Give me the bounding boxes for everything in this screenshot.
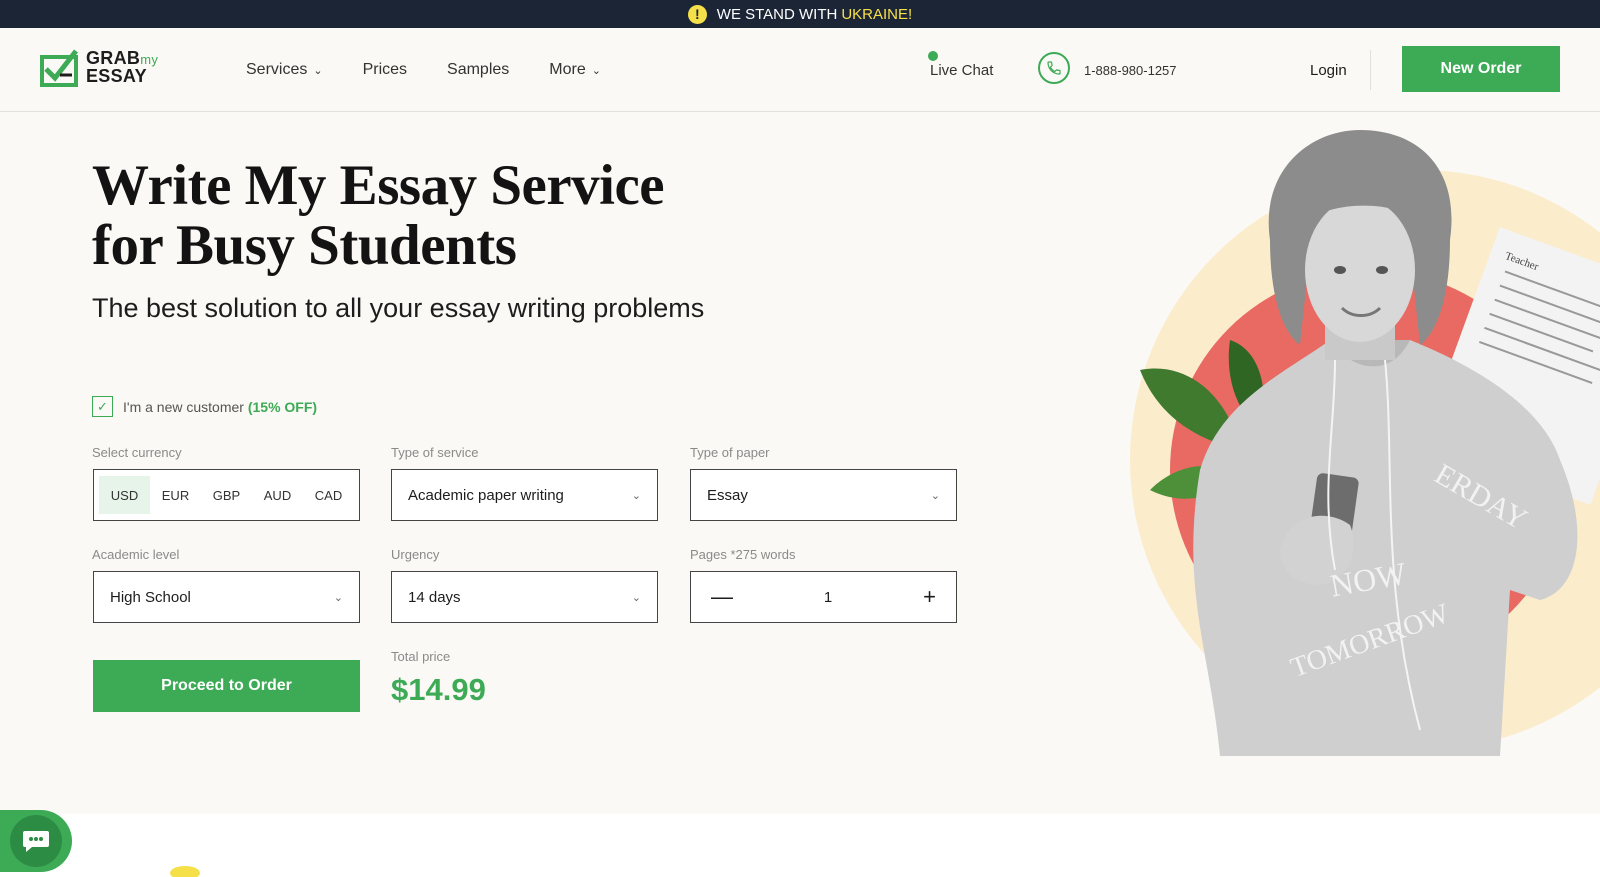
- currency-gbp[interactable]: GBP: [201, 476, 252, 514]
- urgency-label: Urgency: [391, 547, 440, 562]
- urgency-value: 14 days: [408, 588, 461, 606]
- banner-highlight: UKRAINE!: [841, 5, 913, 23]
- nav-services-label: Services: [246, 61, 308, 78]
- new-customer-checkbox[interactable]: ✓: [92, 396, 113, 417]
- logo-icon: [40, 49, 78, 87]
- new-order-button[interactable]: New Order: [1402, 46, 1560, 92]
- total-price-label: Total price: [391, 649, 451, 664]
- page-subtitle: The best solution to all your essay writ…: [92, 293, 705, 323]
- currency-label: Select currency: [92, 445, 182, 460]
- main-nav: Services ⌄ Prices Samples More ⌄: [246, 28, 601, 112]
- level-select[interactable]: High School ⌄: [93, 571, 360, 623]
- nav-more[interactable]: More ⌄: [549, 61, 601, 79]
- service-value: Academic paper writing: [408, 486, 564, 504]
- new-customer-option[interactable]: ✓ I'm a new customer (15% OFF): [92, 396, 317, 417]
- phone-icon[interactable]: [1038, 52, 1070, 84]
- service-select[interactable]: Academic paper writing ⌄: [391, 469, 658, 521]
- currency-eur[interactable]: EUR: [150, 476, 201, 514]
- pages-value[interactable]: 1: [824, 589, 832, 606]
- decorative-blob: [170, 866, 200, 877]
- logo-text: GRABmy ESSAY: [86, 47, 159, 86]
- level-label: Academic level: [92, 547, 180, 562]
- chevron-down-icon: ⌄: [930, 489, 940, 502]
- minus-icon[interactable]: —: [711, 584, 733, 610]
- alert-icon: !: [687, 4, 707, 24]
- chevron-down-icon: ⌄: [631, 489, 641, 502]
- new-customer-label: I'm a new customer (15% OFF): [123, 398, 318, 415]
- paper-label: Type of paper: [690, 445, 770, 460]
- nav-services[interactable]: Services ⌄: [246, 61, 323, 79]
- phone-number[interactable]: 1-888-980-1257: [1084, 28, 1177, 112]
- paper-value: Essay: [707, 486, 748, 504]
- total-price-value: $14.99: [391, 672, 486, 707]
- currency-aud[interactable]: AUD: [252, 476, 303, 514]
- service-label: Type of service: [391, 445, 479, 460]
- level-value: High School: [110, 588, 191, 606]
- chevron-down-icon: ⌄: [631, 591, 641, 604]
- currency-cad[interactable]: CAD: [303, 476, 354, 514]
- live-chat-label: Live Chat: [930, 61, 994, 79]
- login-link[interactable]: Login: [1310, 28, 1347, 112]
- ukraine-banner: ! WE STAND WITH UKRAINE!: [0, 0, 1600, 28]
- hero-student-image: Teacher ERDAY NOW TOMORROW: [1130, 130, 1600, 756]
- header-divider: [1370, 50, 1371, 90]
- paper-select[interactable]: Essay ⌄: [690, 469, 957, 521]
- chevron-down-icon: ⌄: [313, 64, 323, 77]
- chevron-down-icon: ⌄: [333, 591, 343, 604]
- proceed-to-order-button[interactable]: Proceed to Order: [93, 660, 360, 712]
- nav-samples-label: Samples: [447, 61, 510, 78]
- urgency-select[interactable]: 14 days ⌄: [391, 571, 658, 623]
- chevron-down-icon: ⌄: [591, 64, 601, 77]
- online-dot-icon: [928, 51, 938, 61]
- plus-icon[interactable]: +: [923, 584, 936, 610]
- pages-stepper: — 1 +: [690, 571, 957, 623]
- nav-samples[interactable]: Samples: [447, 61, 509, 79]
- currency-usd[interactable]: USD: [99, 476, 150, 514]
- nav-prices[interactable]: Prices: [363, 61, 407, 79]
- pages-label: Pages *275 words: [690, 547, 796, 562]
- site-header: GRABmy ESSAY Services ⌄ Prices Samples M…: [0, 28, 1600, 112]
- chat-widget-button[interactable]: [0, 810, 72, 872]
- nav-more-label: More: [549, 61, 586, 78]
- currency-selector: USD EUR GBP AUD CAD: [93, 469, 360, 521]
- page-title: Write My Essay Service for Busy Students: [92, 154, 665, 277]
- chat-icon: [10, 815, 62, 867]
- next-section: [0, 814, 1600, 877]
- logo[interactable]: GRABmy ESSAY: [40, 47, 158, 87]
- live-chat-link[interactable]: Live Chat: [928, 28, 994, 112]
- banner-text: WE STAND WITH: [716, 5, 838, 23]
- nav-prices-label: Prices: [362, 61, 408, 78]
